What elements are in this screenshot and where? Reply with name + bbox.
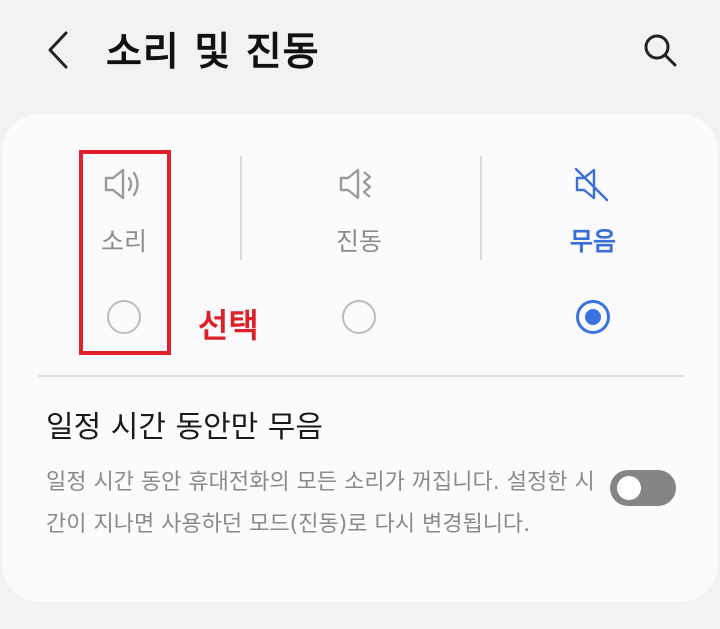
back-button[interactable] xyxy=(36,30,80,74)
app-header: 소리 및 진동 xyxy=(0,0,720,105)
mode-option-vibrate[interactable]: 진동 xyxy=(259,114,459,354)
search-button[interactable] xyxy=(636,28,684,76)
temporary-mute-setting[interactable]: 일정 시간 동안만 무음 일정 시간 동안 휴대전화의 모든 소리가 꺼집니다.… xyxy=(2,384,718,584)
radio-mute[interactable] xyxy=(576,300,610,334)
section-divider xyxy=(38,375,684,377)
vibrate-icon xyxy=(337,162,381,206)
mode-divider xyxy=(480,156,482,260)
search-icon xyxy=(642,32,678,72)
mode-label-vibrate: 진동 xyxy=(335,227,382,256)
setting-description: 일정 시간 동안 휴대전화의 모든 소리가 꺼집니다. 설정한 시간이 지나면 … xyxy=(46,470,595,537)
page-title: 소리 및 진동 xyxy=(106,30,320,75)
mode-label-mute: 무음 xyxy=(569,227,616,256)
annotation-label: 선택 xyxy=(198,306,259,345)
temporary-mute-toggle[interactable] xyxy=(610,470,676,506)
sound-mode-card: 소리 진동 무음 선택 일정 시간 동안만 무음 일정 시간 동안 휴대전화의 … xyxy=(2,114,718,602)
chevron-left-icon xyxy=(46,30,70,74)
toggle-knob xyxy=(617,476,641,500)
setting-title: 일정 시간 동안만 무음 xyxy=(46,410,324,445)
mode-divider xyxy=(240,156,242,260)
radio-vibrate[interactable] xyxy=(342,300,376,334)
annotation-highlight-box xyxy=(79,150,171,355)
mute-icon xyxy=(571,162,615,206)
mode-option-mute[interactable]: 무음 xyxy=(493,114,693,354)
